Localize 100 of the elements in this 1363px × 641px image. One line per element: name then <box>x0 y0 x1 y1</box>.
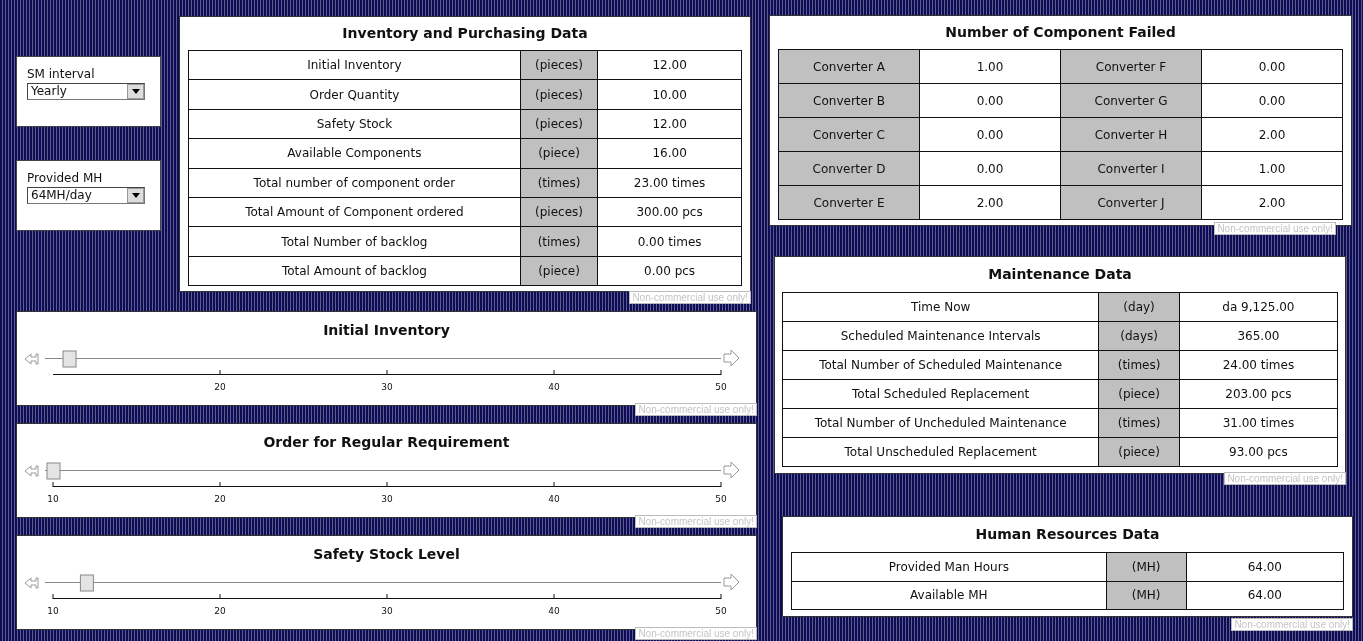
table-cell: 16.00 <box>597 138 742 169</box>
table-cell: (MH) <box>1106 581 1187 610</box>
table-cell: Converter F <box>1060 49 1202 84</box>
table-cell: (pieces) <box>520 197 598 227</box>
table-cell: Total Number of Scheduled Maintenance <box>782 350 1099 380</box>
dropdown-field[interactable]: Yearly <box>27 83 145 100</box>
tick-label: 50 <box>715 494 727 504</box>
table-cell: (pieces) <box>520 109 598 139</box>
table-cell: Converter D <box>778 151 920 186</box>
field-label: Provided MH <box>27 170 104 187</box>
table-cell: 31.00 times <box>1179 408 1338 438</box>
field-label: SM interval <box>27 66 96 83</box>
tick-label: 50 <box>715 382 727 392</box>
slider-thumb[interactable] <box>62 350 77 368</box>
table-cell: 2.00 <box>1201 117 1343 152</box>
table-cell: (times) <box>1098 350 1180 380</box>
table-cell: 93.00 pcs <box>1179 437 1338 467</box>
table-cell: Converter I <box>1060 151 1202 186</box>
slider-title: Safety Stock Level <box>312 545 461 564</box>
table-cell: Converter A <box>778 49 920 84</box>
table-cell: 0.00 pcs <box>597 256 742 286</box>
table-cell: Initial Inventory <box>188 50 521 80</box>
tick-label: 20 <box>214 382 226 392</box>
table-cell: 203.00 pcs <box>1179 379 1338 409</box>
table-cell: (days) <box>1098 321 1180 351</box>
tick-label: 10 <box>47 494 59 504</box>
tick-label: 30 <box>381 382 393 392</box>
dropdown-field[interactable]: 64MH/day <box>27 187 145 204</box>
table-cell: 0.00 <box>1201 49 1343 84</box>
slider-title: Order for Regular Requirement <box>262 433 511 452</box>
table-cell: 1.00 <box>919 49 1061 84</box>
table-cell: 0.00 <box>1201 83 1343 118</box>
left-arrow-icon[interactable] <box>24 577 39 589</box>
tick-label: 10 <box>47 606 59 616</box>
table-cell: 2.00 <box>919 185 1061 220</box>
table-cell: Converter J <box>1060 185 1202 220</box>
table-cell: 0.00 <box>919 83 1061 118</box>
panel-title: Maintenance Data <box>987 265 1133 284</box>
table-cell: Converter C <box>778 117 920 152</box>
table-cell: 0.00 <box>919 151 1061 186</box>
table-cell: Converter B <box>778 83 920 118</box>
table-cell: 0.00 times <box>597 226 742 257</box>
right-arrow-icon[interactable] <box>723 574 740 591</box>
panel-title: Inventory and Purchasing Data <box>341 24 589 43</box>
table-cell: 23.00 times <box>597 168 742 198</box>
left-arrow-icon[interactable] <box>24 465 39 477</box>
slider-thumb[interactable] <box>79 574 94 592</box>
panel-title: Human Resources Data <box>974 525 1161 544</box>
panel-title: Number of Component Failed <box>944 23 1177 42</box>
table-cell: 2.00 <box>1201 185 1343 220</box>
table-cell: 300.00 pcs <box>597 197 742 227</box>
table-cell: 64.00 <box>1186 581 1344 610</box>
caret-icon <box>131 89 140 94</box>
table-cell: Scheduled Maintenance Intervals <box>782 321 1099 351</box>
left-arrow-icon[interactable] <box>24 353 39 365</box>
table-cell: 12.00 <box>597 109 742 139</box>
table-cell: (times) <box>520 226 598 257</box>
table-cell: (day) <box>1098 292 1180 322</box>
table-cell: Total Amount of backlog <box>188 256 521 286</box>
table-cell: Total Scheduled Replacement <box>782 379 1099 409</box>
tick-label: 30 <box>381 606 393 616</box>
table-cell: 365.00 <box>1179 321 1338 351</box>
table-cell: da 9,125.00 <box>1179 292 1338 322</box>
table-cell: Safety Stock <box>188 109 521 139</box>
table-cell: Order Quantity <box>188 79 521 110</box>
table-cell: Converter H <box>1060 117 1202 152</box>
table-cell: Total Amount of Component ordered <box>188 197 521 227</box>
table-cell: Converter G <box>1060 83 1202 118</box>
right-arrow-icon[interactable] <box>723 350 740 367</box>
table-cell: (piece) <box>520 138 598 169</box>
tick-label: 40 <box>548 494 560 504</box>
table-cell: 12.00 <box>597 50 742 80</box>
tick-label: 30 <box>381 494 393 504</box>
table-cell: 1.00 <box>1201 151 1343 186</box>
table-cell: 24.00 times <box>1179 350 1338 380</box>
table-cell: (MH) <box>1106 552 1187 581</box>
table-cell: 0.00 <box>919 117 1061 152</box>
tick-label: 50 <box>715 606 727 616</box>
slider-title: Initial Inventory <box>322 321 451 340</box>
table-cell: Converter E <box>778 185 920 220</box>
table-cell: Total number of component order <box>188 168 521 198</box>
table-cell: (pieces) <box>520 50 598 80</box>
table-cell: Provided Man Hours <box>791 552 1107 581</box>
table-cell: (piece) <box>1098 437 1180 467</box>
tick-label: 40 <box>548 606 560 616</box>
table-cell: (times) <box>1098 408 1180 438</box>
caret-icon <box>131 193 140 198</box>
table-cell: Time Now <box>782 292 1099 322</box>
right-arrow-icon[interactable] <box>723 462 740 479</box>
table-cell: Available Components <box>188 138 521 169</box>
tick-label: 20 <box>214 494 226 504</box>
table-cell: Total Number of backlog <box>188 226 521 257</box>
table-cell: Total Number of Uncheduled Maintenance <box>782 408 1099 438</box>
table-cell: Available MH <box>791 581 1107 610</box>
table-cell: Total Unscheduled Replacement <box>782 437 1099 467</box>
table-cell: (piece) <box>1098 379 1180 409</box>
tick-label: 40 <box>548 382 560 392</box>
tick-label: 20 <box>214 606 226 616</box>
slider-thumb[interactable] <box>46 462 61 480</box>
table-cell: (times) <box>520 168 598 198</box>
